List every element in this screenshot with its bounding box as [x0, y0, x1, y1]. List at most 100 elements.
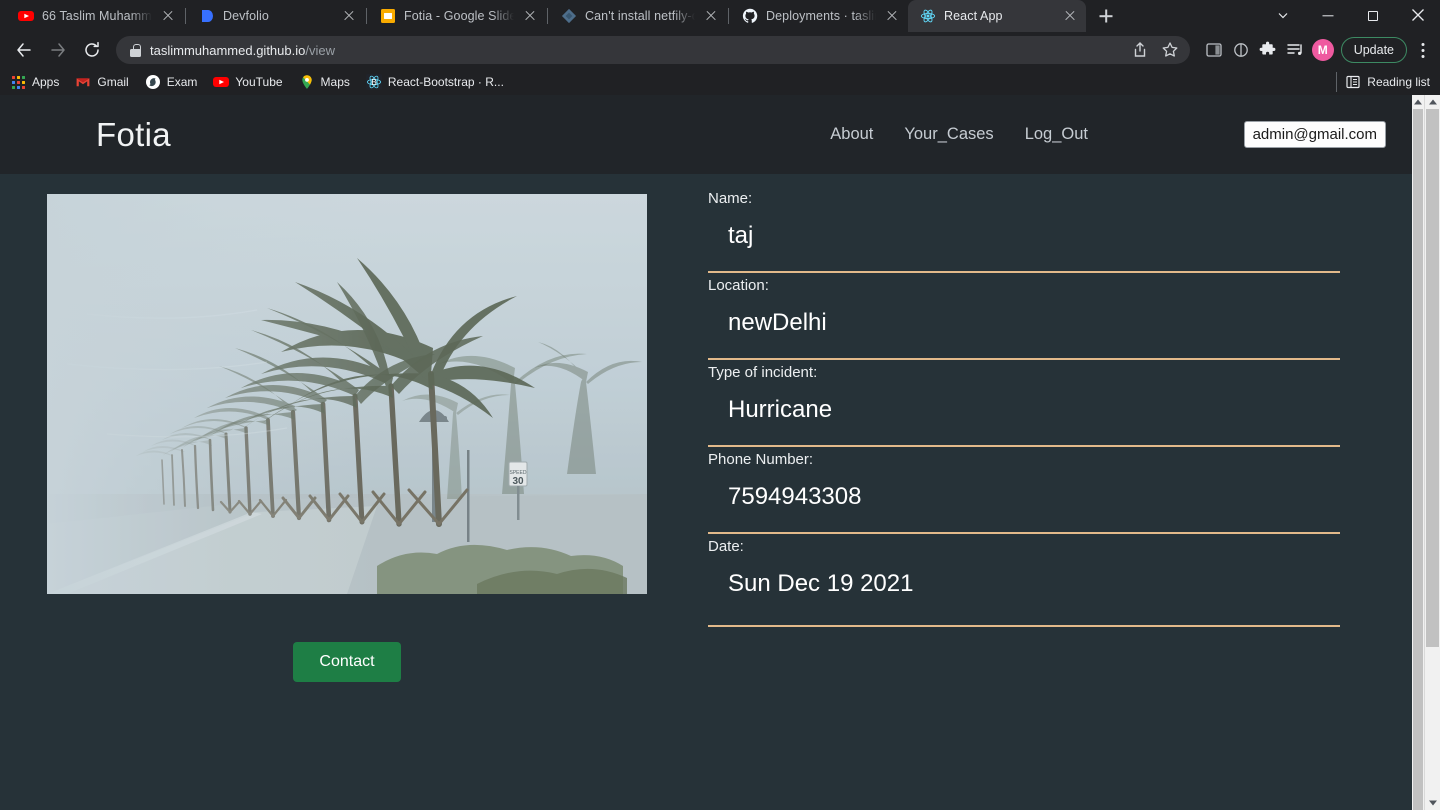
- reading-list-icon: [1345, 74, 1361, 90]
- bookmark-label: React-Bootstrap · R...: [387, 74, 504, 89]
- browser-tab[interactable]: Can't install netfily-cli -g - S: [549, 0, 727, 32]
- google-slides-icon: [380, 8, 396, 24]
- field-location: Location: newDelhi: [708, 273, 1340, 360]
- tab-title: Can't install netfily-cli -g - S: [585, 9, 695, 23]
- page-scrollbar[interactable]: [1412, 95, 1424, 810]
- browser-tab[interactable]: 66 Taslim Muhammed Moo: [6, 0, 184, 32]
- github-icon: [742, 8, 758, 24]
- exam-icon: [145, 74, 161, 90]
- tab-title: Devfolio: [223, 9, 269, 23]
- bookmarks-bar: Apps Gmail Exam YouTube Maps B React-Boo…: [0, 68, 1440, 96]
- tab-strip: 66 Taslim Muhammed Moo Devfolio Fotia - …: [0, 0, 1440, 32]
- close-icon[interactable]: [341, 8, 357, 24]
- media-icon[interactable]: [1285, 40, 1305, 60]
- photo-wrapper: SPEED 30: [47, 194, 647, 594]
- google-maps-icon: [299, 74, 315, 90]
- browser-tab[interactable]: Deployments · taslimmuha: [730, 0, 908, 32]
- new-tab-button[interactable]: [1092, 2, 1120, 30]
- profile-avatar[interactable]: M: [1311, 39, 1334, 61]
- toolbar-actions: M Update: [1198, 37, 1432, 63]
- url-text: taslimmuhammed.github.io/view: [150, 43, 335, 58]
- tab-title: 66 Taslim Muhammed Moo: [42, 9, 152, 23]
- field-value: Sun Dec 19 2021: [728, 570, 914, 597]
- browser-window: 66 Taslim Muhammed Moo Devfolio Fotia - …: [0, 0, 1440, 810]
- forward-button[interactable]: [42, 34, 74, 66]
- side-panel-icon[interactable]: [1204, 40, 1224, 60]
- close-icon[interactable]: [160, 8, 176, 24]
- field-label: Location:: [708, 277, 769, 294]
- close-icon[interactable]: [1062, 8, 1078, 24]
- chevron-down-icon: [1428, 800, 1437, 806]
- close-icon[interactable]: [884, 8, 900, 24]
- back-button[interactable]: [8, 34, 40, 66]
- field-label: Name:: [708, 190, 753, 207]
- window-scrollbar[interactable]: [1424, 95, 1440, 810]
- reload-button[interactable]: [76, 34, 108, 66]
- lock-icon: [130, 43, 141, 57]
- bookmark-maps[interactable]: Maps: [299, 74, 350, 90]
- bookmark-gmail[interactable]: Gmail: [75, 74, 129, 90]
- reading-list-label: Reading list: [1367, 74, 1430, 89]
- field-name: Name: taj: [708, 186, 1340, 273]
- bookmark-label: Gmail: [97, 74, 129, 89]
- kebab-menu-icon[interactable]: [1414, 39, 1432, 61]
- star-icon[interactable]: [1160, 40, 1180, 60]
- reading-list-button[interactable]: Reading list: [1345, 74, 1430, 90]
- bookmark-label: Exam: [166, 74, 198, 89]
- scroll-down-arrow[interactable]: [1425, 796, 1440, 810]
- tab-search-button[interactable]: [1260, 0, 1305, 32]
- bookmark-divider: [1336, 71, 1338, 92]
- stackoverflow-icon: [561, 8, 577, 24]
- field-value: 7594943308: [728, 483, 862, 510]
- field-value: Hurricane: [728, 396, 833, 423]
- browser-tab-active[interactable]: React App: [908, 0, 1086, 32]
- maximize-button[interactable]: [1350, 0, 1395, 32]
- close-window-button[interactable]: [1395, 0, 1440, 32]
- close-icon[interactable]: [703, 8, 719, 24]
- minimize-icon: [1322, 15, 1333, 17]
- app-header: Fotia About Your_Cases Log_Out admin@gma…: [0, 95, 1412, 174]
- nav-link-about[interactable]: About: [830, 125, 873, 144]
- field-label: Phone Number:: [708, 451, 814, 468]
- field-value: newDelhi: [728, 309, 827, 336]
- browser-tab[interactable]: Devfolio: [187, 0, 365, 32]
- web-page: Fotia About Your_Cases Log_Out admin@gma…: [0, 95, 1412, 810]
- window-controls: [1260, 0, 1440, 32]
- tab-separator: [728, 8, 729, 24]
- scrollbar-thumb[interactable]: [1426, 109, 1439, 647]
- svg-text:B: B: [371, 78, 376, 87]
- maximize-icon: [1367, 11, 1378, 21]
- address-bar[interactable]: taslimmuhammed.github.io/view: [116, 36, 1190, 64]
- bookmark-youtube[interactable]: YouTube: [213, 74, 283, 90]
- share-icon[interactable]: [1130, 40, 1150, 60]
- sync-icon[interactable]: [1231, 40, 1251, 60]
- bookmark-exam[interactable]: Exam: [145, 74, 198, 90]
- tab-separator: [366, 8, 367, 24]
- minimize-button[interactable]: [1305, 0, 1350, 32]
- account-email-box[interactable]: admin@gmail.com: [1243, 95, 1386, 174]
- puzzle-icon[interactable]: [1258, 40, 1278, 60]
- apps-grid-icon: [10, 74, 26, 90]
- field-label: Type of incident:: [708, 364, 818, 381]
- reading-list-area: Reading list: [1336, 71, 1430, 92]
- field-phone-number: Phone Number: 7594943308: [708, 447, 1340, 534]
- bookmark-react-bootstrap[interactable]: B React-Bootstrap · R...: [365, 73, 504, 90]
- gmail-icon: [75, 74, 91, 90]
- field-value: taj: [728, 222, 754, 249]
- contact-button[interactable]: Contact: [293, 642, 401, 682]
- nav-link-your-cases[interactable]: Your_Cases: [904, 125, 993, 144]
- close-icon[interactable]: [522, 8, 538, 24]
- bookmark-apps[interactable]: Apps: [10, 74, 59, 90]
- bookmark-label: Apps: [32, 74, 60, 89]
- page-content: SPEED 30 Contact Name: taj Location: new…: [0, 174, 1412, 682]
- scroll-up-arrow[interactable]: [1412, 95, 1424, 109]
- browser-tab[interactable]: Fotia - Google Slides: [368, 0, 546, 32]
- scrollbar-thumb[interactable]: [1413, 109, 1423, 810]
- scroll-up-arrow[interactable]: [1425, 95, 1440, 109]
- update-button[interactable]: Update: [1340, 37, 1407, 63]
- hurricane-palm-trees-photo: SPEED 30: [47, 194, 647, 594]
- field-date: Date: Sun Dec 19 2021: [708, 534, 1340, 627]
- field-next-partial: [708, 627, 1340, 646]
- nav-link-log-out[interactable]: Log_Out: [1025, 125, 1088, 144]
- react-icon: [920, 8, 936, 24]
